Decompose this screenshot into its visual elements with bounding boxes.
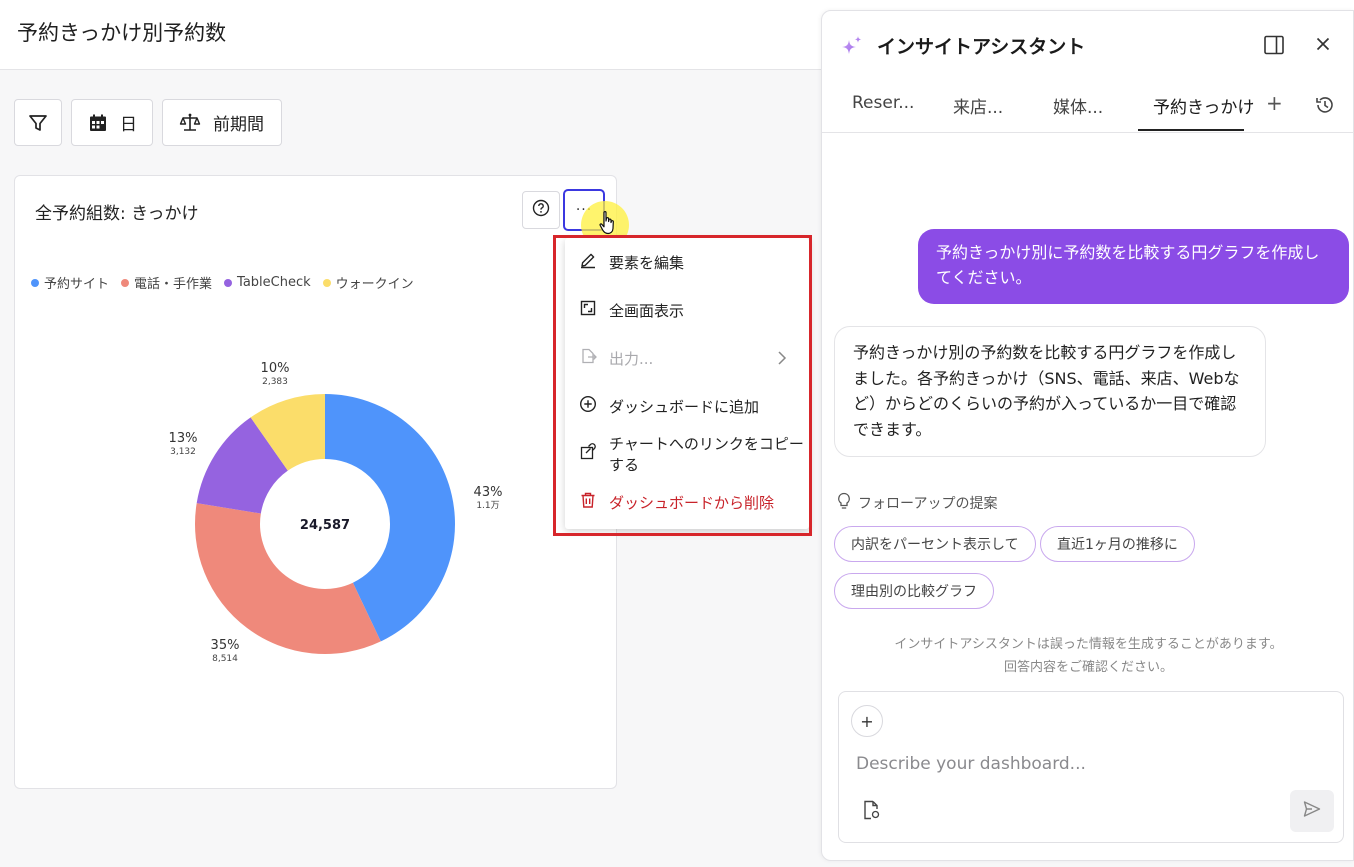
date-granularity-button[interactable]: 日 <box>71 99 153 146</box>
slice-percent-label: 10% <box>261 361 290 376</box>
slice-percent-label: 13% <box>169 431 198 446</box>
message-composer: + Describe your dashboard... <box>838 691 1344 843</box>
filter-icon <box>28 113 48 133</box>
document-icon[interactable] <box>862 800 880 824</box>
slice-value-label: 1.1万 <box>476 501 499 511</box>
split-view-icon[interactable] <box>1263 34 1285 60</box>
slice-value-label: 2,383 <box>262 377 288 387</box>
disclaimer-line-1: インサイトアシスタントは誤った情報を生成することがあります。 <box>894 637 1283 652</box>
lightbulb-icon <box>836 492 852 514</box>
followup-heading: フォローアップの提案 <box>836 492 997 514</box>
donut-slice[interactable] <box>195 503 381 654</box>
close-icon[interactable] <box>1314 35 1332 57</box>
message-input[interactable]: Describe your dashboard... <box>856 754 1086 774</box>
app-window: 予約きっかけ別予約数 日 前期間 全予約組数: きっかけ ··· 予約サイト 電… <box>0 0 1354 867</box>
sparkle-icon <box>839 34 865 64</box>
slice-percent-label: 43% <box>474 485 503 500</box>
slice-percent-label: 35% <box>211 638 240 653</box>
filter-button[interactable] <box>14 99 62 146</box>
compare-period-button[interactable]: 前期間 <box>162 99 282 146</box>
page-title: 予約きっかけ別予約数 <box>17 21 227 45</box>
tab-booking-trigger[interactable]: 予約きっかけ <box>1153 93 1254 118</box>
send-button[interactable] <box>1290 790 1334 832</box>
disclaimer-line-2: 回答内容をご確認ください。 <box>1003 660 1173 675</box>
suggestion-chip[interactable]: 理由別の比較グラフ <box>834 573 994 609</box>
insight-assistant-panel: インサイトアシスタント Reser... 来店... 媒体... 予約きっかけ … <box>821 10 1354 861</box>
send-icon <box>1302 799 1322 823</box>
tab-visits[interactable]: 来店... <box>953 93 1003 118</box>
followup-heading-label: フォローアップの提案 <box>858 496 998 512</box>
add-tab-button[interactable]: + <box>1266 91 1283 115</box>
donut-chart: 43%1.1万 35%8,514 13%3,132 10%2,383 24,587 <box>169 361 503 664</box>
slice-value-label: 3,132 <box>170 447 196 457</box>
history-icon[interactable] <box>1314 94 1336 120</box>
suggestion-chip[interactable]: 内訳をパーセント表示して <box>834 526 1036 562</box>
balance-scale-icon <box>179 112 201 134</box>
active-tab-indicator <box>1138 129 1244 131</box>
slice-value-label: 8,514 <box>212 654 238 664</box>
tab-reservations[interactable]: Reser... <box>852 93 914 113</box>
tab-media[interactable]: 媒体... <box>1053 93 1103 118</box>
date-granularity-label: 日 <box>120 115 137 135</box>
user-message-bubble: 予約きっかけ別に予約数を比較する円グラフを作成してください。 <box>918 229 1349 304</box>
assistant-title: インサイトアシスタント <box>877 36 1086 58</box>
donut-center-total: 24,587 <box>300 518 350 533</box>
assistant-tab-bar: Reser... 来店... 媒体... 予約きっかけ + <box>822 83 1354 133</box>
chart-card: 全予約組数: きっかけ ··· 予約サイト 電話・手作業 TableCheck ウォー… <box>14 175 629 789</box>
compare-period-label: 前期間 <box>213 115 264 135</box>
attach-plus-button[interactable]: + <box>851 705 883 737</box>
calendar-icon <box>88 113 108 133</box>
suggestion-chip[interactable]: 直近1ヶ月の推移に <box>1040 526 1195 562</box>
assistant-message-bubble: 予約きっかけ別の予約数を比較する円グラフを作成しました。各予約きっかけ（SNS、… <box>834 326 1266 457</box>
annotation-highlight-box <box>553 235 812 536</box>
